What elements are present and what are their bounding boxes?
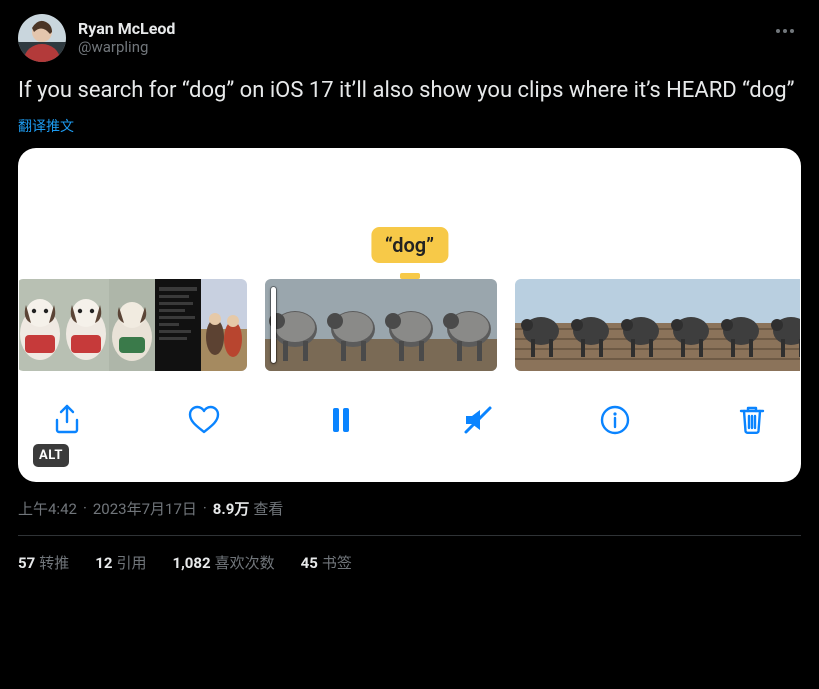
handle[interactable]: @warpling (78, 38, 175, 58)
delete-button[interactable] (730, 398, 774, 442)
timeline-frame (665, 279, 715, 371)
clip-group[interactable] (265, 279, 497, 371)
timeline-frame (565, 279, 615, 371)
share-button[interactable] (45, 398, 89, 442)
timeline-frame (201, 279, 247, 371)
caption-bubble: “dog” (371, 227, 448, 263)
like-button[interactable] (182, 398, 226, 442)
info-button[interactable] (593, 398, 637, 442)
tweet-stats: 57转推 12引用 1,082喜欢次数 45书签 (18, 536, 801, 573)
timeline-frame (155, 279, 201, 371)
retweets-stat[interactable]: 57转推 (18, 552, 69, 573)
timeline-frame (515, 279, 565, 371)
alt-badge[interactable]: ALT (33, 444, 69, 467)
timeline-frame (439, 279, 497, 371)
timeline-frame (19, 279, 63, 371)
bookmarks-stat[interactable]: 45书签 (301, 552, 352, 573)
timeline-frame (765, 279, 800, 371)
timeline-frame (715, 279, 765, 371)
media-attachment[interactable]: “dog” (18, 148, 801, 482)
meta-time: 上午4:42 (18, 498, 77, 519)
timeline-frame (63, 279, 109, 371)
likes-stat[interactable]: 1,082喜欢次数 (172, 552, 274, 573)
meta-date: 2023年7月17日 (93, 498, 197, 519)
tweet-header: Ryan McLeod @warpling (18, 14, 801, 62)
video-timeline[interactable] (19, 279, 800, 371)
timeline-frame (381, 279, 439, 371)
tweet-text: If you search for “dog” on iOS 17 it’ll … (18, 76, 801, 106)
timeline-frame (323, 279, 381, 371)
playhead-cursor[interactable] (271, 287, 276, 363)
translate-link[interactable]: 翻译推文 (18, 116, 74, 136)
tweet-meta[interactable]: 上午4:42 · 2023年7月17日 · 8.9万 查看 (18, 498, 801, 536)
clip-group[interactable] (19, 279, 247, 371)
more-button[interactable] (769, 14, 801, 43)
clip-group[interactable] (515, 279, 800, 371)
media-toolbar (19, 371, 800, 481)
meta-view-label: 查看 (253, 498, 283, 519)
author-block[interactable]: Ryan McLeod @warpling (18, 14, 175, 62)
mute-button[interactable] (456, 398, 500, 442)
timeline-frame (615, 279, 665, 371)
meta-view-count: 8.9万 (213, 498, 250, 519)
tweet-container: Ryan McLeod @warpling If you search for … (0, 0, 819, 689)
timeline-frame (109, 279, 155, 371)
avatar[interactable] (18, 14, 66, 62)
quotes-stat[interactable]: 12引用 (95, 552, 146, 573)
display-name[interactable]: Ryan McLeod (78, 19, 175, 38)
pause-button[interactable] (319, 398, 363, 442)
